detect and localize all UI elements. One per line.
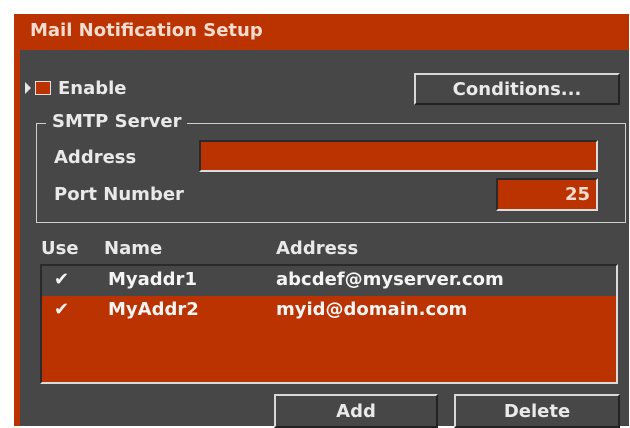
add-button[interactable]: Add [274, 394, 438, 428]
column-header-use[interactable]: Use [41, 238, 79, 259]
enable-label: Enable [58, 78, 127, 99]
port-number-label: Port Number [54, 184, 184, 205]
focus-arrow-icon [25, 82, 31, 94]
column-header-address[interactable]: Address [276, 238, 358, 259]
mail-notification-dialog: Mail Notification Setup Enable Condition… [14, 14, 629, 428]
enable-checkbox[interactable] [35, 81, 51, 95]
dialog-panel: Enable Conditions... SMTP Server Address… [20, 50, 629, 428]
use-check-icon[interactable]: ✔ [54, 299, 69, 320]
smtp-address-input[interactable] [199, 140, 598, 172]
conditions-button[interactable]: Conditions... [414, 73, 620, 105]
row-address: abcdef@myserver.com [276, 269, 504, 290]
smtp-server-legend: SMTP Server [46, 111, 188, 132]
row-name: Myaddr1 [108, 269, 197, 290]
row-address: myid@domain.com [276, 299, 468, 320]
row-name: MyAddr2 [108, 299, 199, 320]
window-title: Mail Notification Setup [30, 20, 263, 41]
address-label: Address [54, 147, 137, 168]
table-row[interactable]: ✔ MyAddr2 myid@domain.com [42, 296, 616, 326]
use-check-icon[interactable]: ✔ [54, 269, 69, 290]
port-number-input[interactable] [496, 178, 598, 211]
recipient-list[interactable]: ✔ Myaddr1 abcdef@myserver.com ✔ MyAddr2 … [40, 264, 618, 384]
delete-button[interactable]: Delete [454, 394, 620, 428]
table-row[interactable]: ✔ Myaddr1 abcdef@myserver.com [42, 266, 616, 296]
column-header-name[interactable]: Name [104, 238, 162, 259]
